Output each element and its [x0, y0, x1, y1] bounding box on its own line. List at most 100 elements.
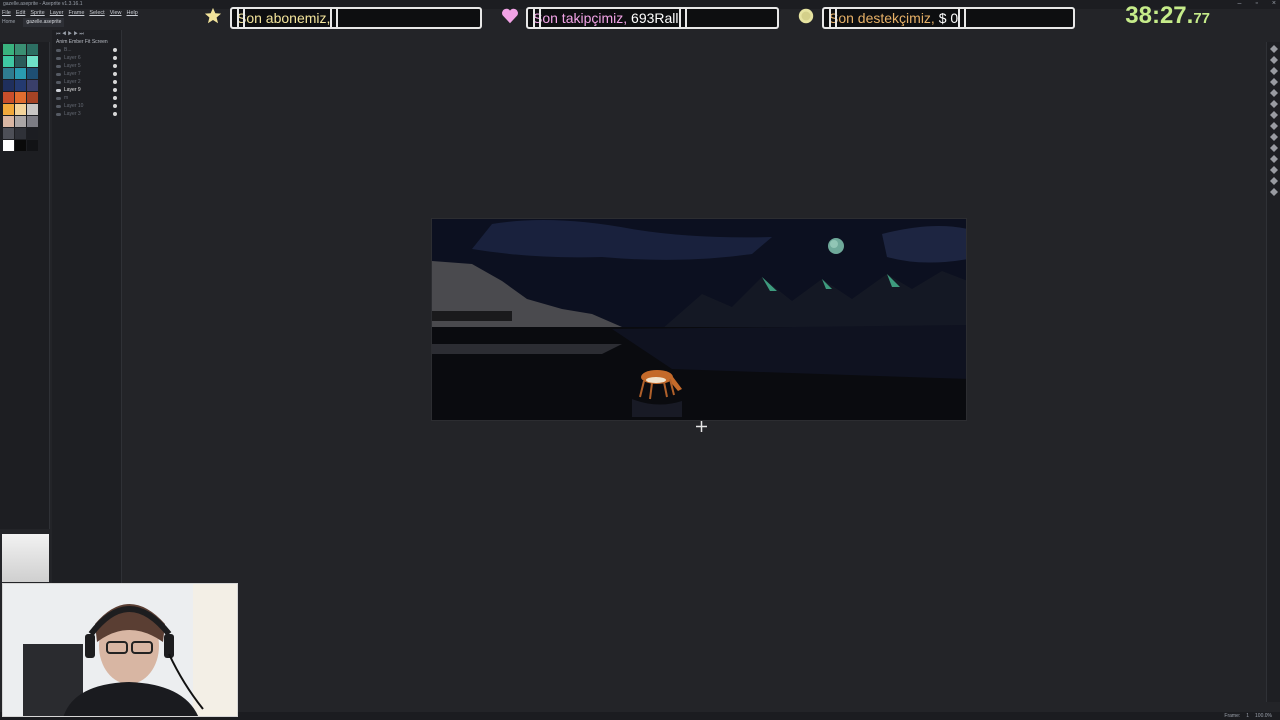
cel-dot-icon[interactable]: [113, 80, 117, 84]
tab-home[interactable]: Home: [2, 18, 15, 27]
blur-tool-icon[interactable]: [1270, 177, 1278, 185]
menu-sprite[interactable]: Sprite: [30, 9, 44, 18]
palette-swatch[interactable]: [3, 128, 14, 139]
palette-swatch[interactable]: [3, 104, 14, 115]
menu-help[interactable]: Help: [127, 9, 138, 18]
cel-dot-icon[interactable]: [113, 104, 117, 108]
fill-tool-icon[interactable]: [1270, 122, 1278, 130]
palette-swatch[interactable]: [15, 92, 26, 103]
brush-tool-icon[interactable]: [1270, 67, 1278, 75]
document-tabs: Home gazelle.aseprite: [0, 18, 200, 27]
layer-row[interactable]: Layer 7: [52, 70, 121, 78]
maximize-icon[interactable]: ▫: [1255, 0, 1257, 8]
pencil-tool-icon[interactable]: [1270, 56, 1278, 64]
eye-icon[interactable]: [56, 88, 61, 92]
palette-swatches: [3, 44, 38, 151]
palette-swatch[interactable]: [15, 116, 26, 127]
menu-file[interactable]: File: [2, 9, 11, 18]
timer-main: 38:27.: [1125, 2, 1194, 29]
coin-icon: [798, 8, 814, 24]
palette-swatch[interactable]: [3, 92, 14, 103]
palette-swatch[interactable]: [15, 56, 26, 67]
layer-row[interactable]: Layer 3: [52, 110, 121, 118]
cel-dot-icon[interactable]: [113, 96, 117, 100]
hand-tool-icon[interactable]: [1270, 100, 1278, 108]
menu-view[interactable]: View: [110, 9, 122, 18]
cel-dot-icon[interactable]: [113, 64, 117, 68]
palette-swatch[interactable]: [3, 44, 14, 55]
rectangle-tool-icon[interactable]: [1270, 144, 1278, 152]
contour-tool-icon[interactable]: [1270, 166, 1278, 174]
timeline-toolbar[interactable]: Anim Ember Fit Screen: [52, 38, 121, 46]
play-controls-icon[interactable]: ⏮ ◀ ▶ ▶ ⏭: [56, 31, 84, 37]
cel-dot-icon[interactable]: [113, 56, 117, 60]
eye-icon[interactable]: [56, 48, 61, 52]
eye-icon[interactable]: [56, 72, 61, 76]
palette-swatch[interactable]: [15, 128, 26, 139]
move-tool-icon[interactable]: [1270, 111, 1278, 119]
close-icon[interactable]: ×: [1272, 0, 1276, 8]
eye-icon[interactable]: [56, 56, 61, 60]
eye-icon[interactable]: [56, 80, 61, 84]
palette-swatch[interactable]: [27, 116, 38, 127]
palette-swatch[interactable]: [15, 80, 26, 91]
palette-swatch[interactable]: [27, 104, 38, 115]
palette-swatch[interactable]: [3, 80, 14, 91]
color-picker-box[interactable]: [2, 534, 49, 582]
palette-swatch[interactable]: [27, 92, 38, 103]
palette-swatch[interactable]: [27, 68, 38, 79]
layer-row[interactable]: m: [52, 94, 121, 102]
minimize-icon[interactable]: –: [1238, 0, 1242, 8]
last-donor-box: Son destekçimiz, $ 0: [822, 7, 1075, 29]
layer-row-active[interactable]: Layer 9: [52, 86, 121, 94]
tools-bar: [1266, 42, 1280, 702]
ellipse-tool-icon[interactable]: [1270, 155, 1278, 163]
eye-icon[interactable]: [56, 64, 61, 68]
pixel-art-scene: [432, 219, 966, 420]
layer-name: Layer 5: [64, 63, 81, 69]
eye-icon[interactable]: [56, 96, 61, 100]
layer-name: B...: [64, 47, 72, 53]
menu-bar: File Edit Sprite Layer Frame Select View…: [0, 9, 200, 18]
cel-dot-icon[interactable]: [113, 88, 117, 92]
eyedropper-tool-icon[interactable]: [1270, 89, 1278, 97]
layer-row[interactable]: Layer 6: [52, 54, 121, 62]
frame-value[interactable]: 1: [1246, 712, 1249, 720]
cel-dot-icon[interactable]: [113, 112, 117, 116]
palette-swatch[interactable]: [27, 80, 38, 91]
color-palette-panel: [0, 42, 50, 529]
layer-row[interactable]: B...: [52, 46, 121, 54]
layer-row[interactable]: Layer 5: [52, 62, 121, 70]
sprite-canvas[interactable]: [431, 218, 967, 421]
layer-row[interactable]: Layer 2: [52, 78, 121, 86]
eye-icon[interactable]: [56, 112, 61, 116]
menu-frame[interactable]: Frame: [69, 9, 85, 18]
menu-layer[interactable]: Layer: [50, 9, 64, 18]
palette-swatch[interactable]: [3, 68, 14, 79]
palette-swatch[interactable]: [27, 44, 38, 55]
palette-swatch[interactable]: [27, 140, 38, 151]
palette-swatch[interactable]: [15, 68, 26, 79]
palette-swatch[interactable]: [15, 140, 26, 151]
palette-swatch[interactable]: [27, 128, 38, 139]
palette-swatch[interactable]: [15, 104, 26, 115]
line-tool-icon[interactable]: [1270, 133, 1278, 141]
palette-swatch[interactable]: [3, 116, 14, 127]
marquee-tool-icon[interactable]: [1270, 45, 1278, 53]
palette-swatch[interactable]: [3, 56, 14, 67]
cel-dot-icon[interactable]: [113, 72, 117, 76]
eye-icon[interactable]: [56, 104, 61, 108]
palette-swatch[interactable]: [27, 56, 38, 67]
zoom-value[interactable]: 100.0%: [1255, 712, 1272, 720]
text-tool-icon[interactable]: [1270, 188, 1278, 196]
palette-swatch[interactable]: [3, 140, 14, 151]
layer-row[interactable]: Layer 10: [52, 102, 121, 110]
eraser-tool-icon[interactable]: [1270, 78, 1278, 86]
menu-select[interactable]: Select: [89, 9, 104, 18]
tab-gazelle[interactable]: gazelle.aseprite: [23, 18, 65, 27]
palette-swatch[interactable]: [15, 44, 26, 55]
webcam-person-image: [3, 584, 237, 716]
cel-dot-icon[interactable]: [113, 48, 117, 52]
last-subscriber-label: Son abonemiz,: [237, 10, 331, 26]
menu-edit[interactable]: Edit: [16, 9, 25, 18]
